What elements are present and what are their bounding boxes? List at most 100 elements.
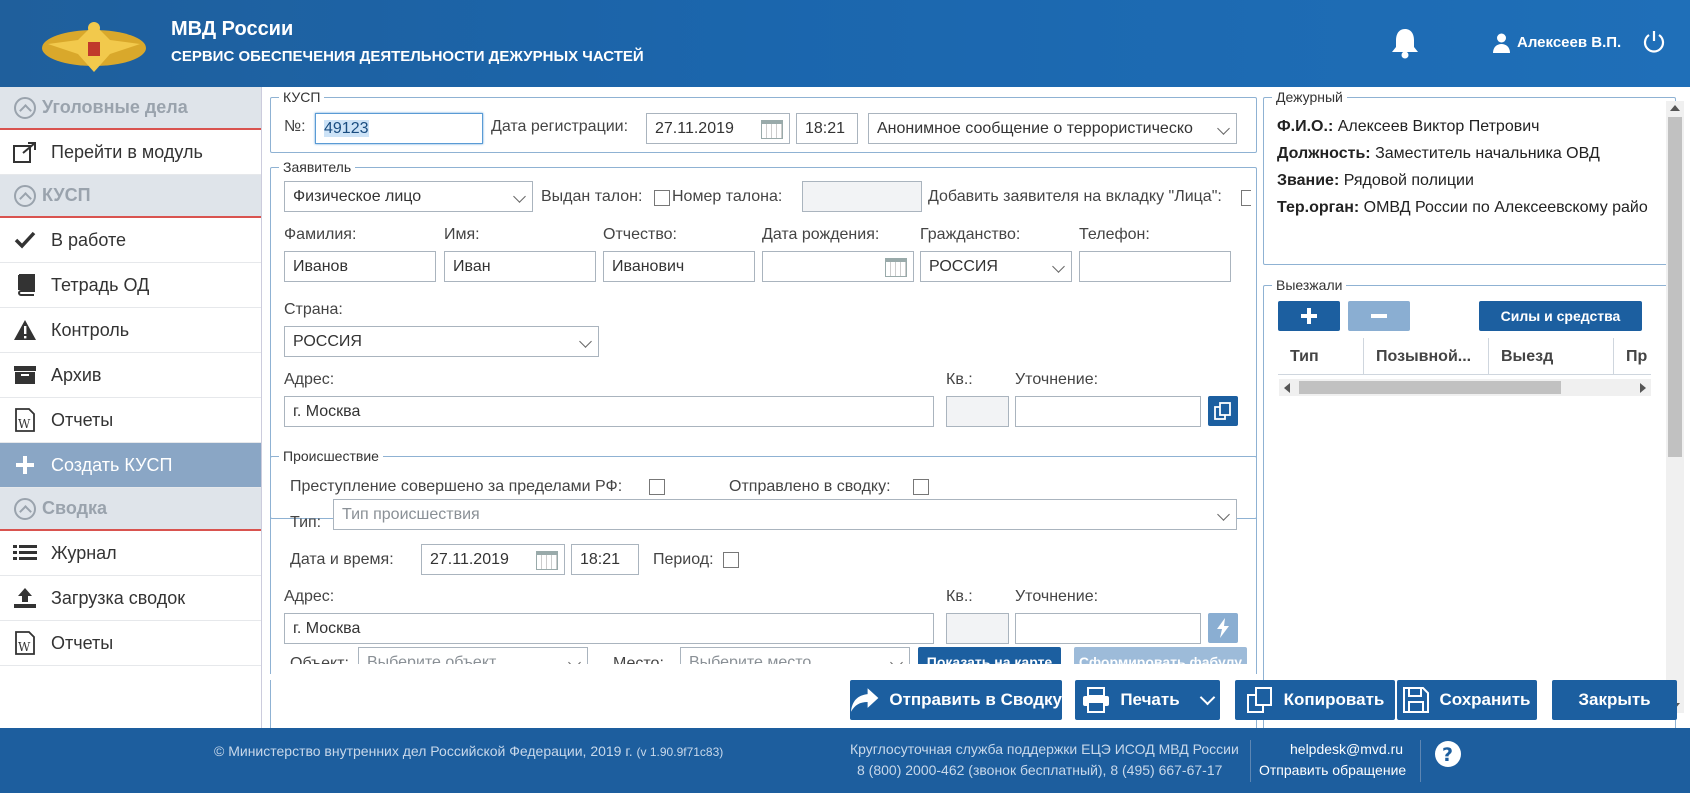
add-departed-button[interactable] [1278,301,1340,331]
chevron-down-icon [1217,508,1230,521]
sidebar-item-upload-summaries[interactable]: Загрузка сводок [0,576,261,621]
sidebar-item-notebook[interactable]: Тетрадь ОД [0,263,261,308]
sidebar-item-reports[interactable]: W Отчеты [0,398,261,443]
ticket-number-input[interactable] [802,181,922,212]
sidebar-item-journal[interactable]: Журнал [0,531,261,576]
col-type[interactable]: Тип [1278,338,1364,374]
sent-to-summary-checkbox[interactable] [913,479,929,495]
kusp-legend: КУСП [283,89,321,105]
citizenship-label: Гражданство: [920,226,1021,243]
send-appeal-link[interactable]: Отправить обращение [1259,762,1406,778]
citizenship-select[interactable]: РОССИЯ [920,251,1072,282]
user-icon [1493,33,1510,53]
scroll-up-arrow[interactable] [1670,105,1680,111]
applicant-type-select[interactable]: Физическое лицо [284,181,533,212]
app-header: МВД России СЕРВИС ОБЕСПЕЧЕНИЯ ДЕЯТЕЛЬНОС… [0,0,1690,87]
incident-clarify-input[interactable] [1015,613,1201,644]
vscroll-thumb[interactable] [1668,117,1682,457]
user-name[interactable]: Алексеев В.П. [1517,34,1621,51]
hscroll-thumb[interactable] [1299,381,1561,394]
patronymic-input[interactable]: Иванович [603,251,755,282]
lightning-icon [1217,618,1229,638]
incident-clarify-label: Уточнение: [1015,588,1099,605]
copy-button[interactable]: Копировать [1235,680,1395,720]
phone-input[interactable] [1079,251,1231,282]
apt-input[interactable] [946,396,1009,427]
name-label: Имя: [444,226,480,243]
save-button[interactable]: Сохранить [1397,680,1537,720]
reg-date-input[interactable]: 27.11.2019 [646,113,790,144]
chevron-down-icon [890,656,903,664]
object-select[interactable]: Выберите объект [358,647,588,664]
kusp-number-input[interactable]: 49123 [315,113,483,144]
form-fabula-button[interactable]: Сформировать фабулу [1074,647,1247,664]
word-doc-icon: W [12,407,38,433]
main-vscrollbar[interactable] [1666,101,1684,713]
print-button[interactable]: Печать [1075,680,1220,720]
abroad-checkbox[interactable] [649,479,665,495]
footer-divider [1250,740,1251,782]
incident-address-input[interactable]: г. Москва [284,613,934,644]
copy-icon [1246,687,1272,713]
sidebar-section-kusp[interactable]: КУСП [0,175,261,218]
birth-date-input[interactable] [762,251,914,282]
country-select[interactable]: РОССИЯ [284,326,599,357]
scroll-left-arrow[interactable] [1284,383,1290,393]
sidebar-item-create-kusp[interactable]: Создать КУСП [0,443,261,488]
col-callsign[interactable]: Позывной... [1364,338,1489,374]
departed-legend: Выезжали [1276,277,1343,293]
sidebar-item-go-module[interactable]: Перейти в модуль [0,130,261,175]
incident-date-input[interactable]: 27.11.2019 [421,544,565,575]
power-icon[interactable] [1642,30,1666,54]
address-input[interactable]: г. Москва [284,396,934,427]
calendar-icon[interactable] [536,551,558,570]
calendar-icon[interactable] [885,258,907,277]
sidebar-section-summary[interactable]: Сводка [0,488,261,531]
clarify-input[interactable] [1015,396,1201,427]
name-input[interactable]: Иван [444,251,596,282]
period-checkbox[interactable] [723,552,739,568]
departed-table-header: Тип Позывной... Выезд Пр [1278,338,1651,375]
show-on-map-button[interactable]: Показать на карте [918,647,1061,664]
copy-address-button[interactable] [1208,396,1238,426]
ticket-issued-checkbox[interactable] [654,190,670,206]
col-arrival[interactable]: Пр [1614,338,1651,374]
remove-departed-button[interactable] [1348,301,1410,331]
incident-type-select[interactable]: Тип происшествия [333,499,1237,530]
calendar-icon[interactable] [761,120,783,139]
helpdesk-email[interactable]: helpdesk@mvd.ru [1290,741,1403,757]
svg-text:?: ? [1442,744,1453,766]
help-icon[interactable]: ? [1434,740,1462,768]
reg-time-input[interactable]: 18:21 [796,113,858,144]
scroll-right-arrow[interactable] [1640,383,1646,393]
bell-icon[interactable] [1390,27,1420,59]
incident-time-input[interactable]: 18:21 [571,544,639,575]
ticket-number-label: Номер талона: [672,188,783,205]
main-content: КУСП №: 49123 Дата регистрации: 27.11.20… [263,87,1690,738]
svg-text:W: W [18,417,31,431]
table-hscrollbar[interactable] [1279,379,1651,396]
incident-apt-input[interactable] [946,613,1009,644]
sidebar-item-in-work[interactable]: В работе [0,218,261,263]
sidebar-item-archive[interactable]: Архив [0,353,261,398]
warning-icon [12,317,38,343]
sidebar-item-control[interactable]: Контроль [0,308,261,353]
chevron-down-icon[interactable] [1199,689,1215,705]
close-button[interactable]: Закрыть [1552,680,1677,720]
surname-input[interactable]: Иванов [284,251,436,282]
col-departure[interactable]: Выезд [1489,338,1614,374]
plus-icon [12,452,38,478]
sidebar-section-criminal[interactable]: Уголовные дела [0,87,261,130]
message-type-select[interactable]: Анонимное сообщение о террористическо [868,113,1237,144]
minus-icon [1371,314,1387,318]
place-select[interactable]: Выберите место [680,647,910,664]
place-label: Место: [613,655,664,664]
forces-button[interactable]: Силы и средства [1479,301,1642,331]
emblem-icon [42,22,146,72]
country-label: Страна: [284,301,343,318]
add-to-persons-checkbox[interactable] [1241,190,1251,206]
send-to-summary-button[interactable]: Отправить в Сводку [850,680,1062,720]
brand-title: МВД России [171,18,294,40]
sidebar-item-reports-summary[interactable]: W Отчеты [0,621,261,666]
geo-lightning-button[interactable] [1208,613,1238,643]
